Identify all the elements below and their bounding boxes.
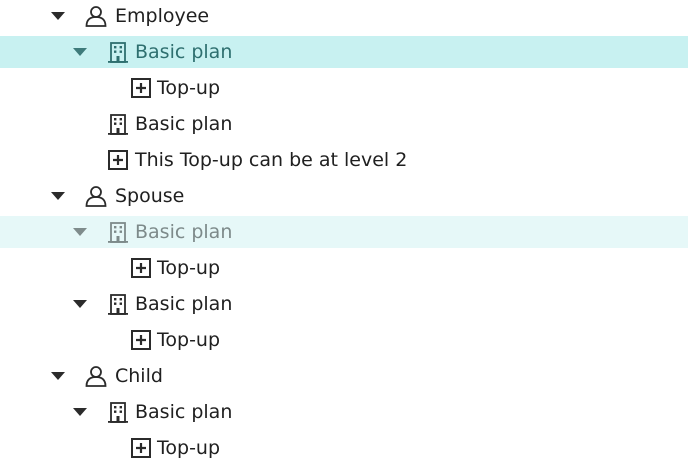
building-icon: [106, 400, 130, 424]
tree-node-label: Top-up: [157, 257, 221, 279]
building-icon: [106, 112, 130, 136]
tree-node-top-up[interactable]: Top-up: [0, 324, 688, 356]
tree-node-label: Child: [115, 365, 163, 387]
tree-node-basic-plan[interactable]: Basic plan: [0, 288, 688, 320]
tree-node-top-up[interactable]: Top-up: [0, 432, 688, 464]
building-icon: [106, 292, 130, 316]
caret-down-icon[interactable]: [73, 300, 87, 308]
tree-node-basic-plan[interactable]: Basic plan: [0, 36, 688, 68]
tree-node-spouse[interactable]: Spouse: [0, 180, 688, 212]
tree-node-label: Spouse: [115, 185, 185, 207]
building-icon: [106, 220, 130, 244]
caret-down-icon[interactable]: [73, 408, 87, 416]
tree-node-label: This Top-up can be at level 2: [135, 149, 408, 171]
caret-down-icon[interactable]: [73, 48, 87, 56]
plus-box-icon: [129, 256, 153, 280]
caret-down-icon[interactable]: [73, 228, 87, 236]
tree-node-label: Top-up: [157, 437, 221, 459]
tree-node-employee[interactable]: Employee: [0, 0, 688, 32]
tree-node-basic-plan[interactable]: Basic plan: [0, 216, 688, 248]
tree-node-label: Basic plan: [135, 113, 233, 135]
plan-tree: Employee Basic plan Top-up Basic plan Th…: [0, 0, 688, 466]
tree-node-label: Basic plan: [135, 221, 233, 243]
plus-box-icon: [129, 328, 153, 352]
person-icon: [84, 364, 108, 388]
tree-node-basic-plan[interactable]: Basic plan: [0, 108, 688, 140]
building-icon: [106, 40, 130, 64]
caret-down-icon[interactable]: [51, 372, 65, 380]
tree-node-label: Basic plan: [135, 293, 233, 315]
caret-down-icon[interactable]: [51, 12, 65, 20]
tree-node-label: Basic plan: [135, 401, 233, 423]
plus-box-icon: [129, 436, 153, 460]
tree-node-basic-plan[interactable]: Basic plan: [0, 396, 688, 428]
tree-node-label: Employee: [115, 5, 210, 27]
plus-box-icon: [129, 76, 153, 100]
tree-node-child[interactable]: Child: [0, 360, 688, 392]
person-icon: [84, 184, 108, 208]
tree-node-label: Basic plan: [135, 41, 233, 63]
tree-node-top-up[interactable]: This Top-up can be at level 2: [0, 144, 688, 176]
tree-node-top-up[interactable]: Top-up: [0, 252, 688, 284]
plus-box-icon: [106, 148, 130, 172]
person-icon: [84, 4, 108, 28]
tree-node-label: Top-up: [157, 77, 221, 99]
tree-node-label: Top-up: [157, 329, 221, 351]
caret-down-icon[interactable]: [51, 192, 65, 200]
tree-node-top-up[interactable]: Top-up: [0, 72, 688, 104]
